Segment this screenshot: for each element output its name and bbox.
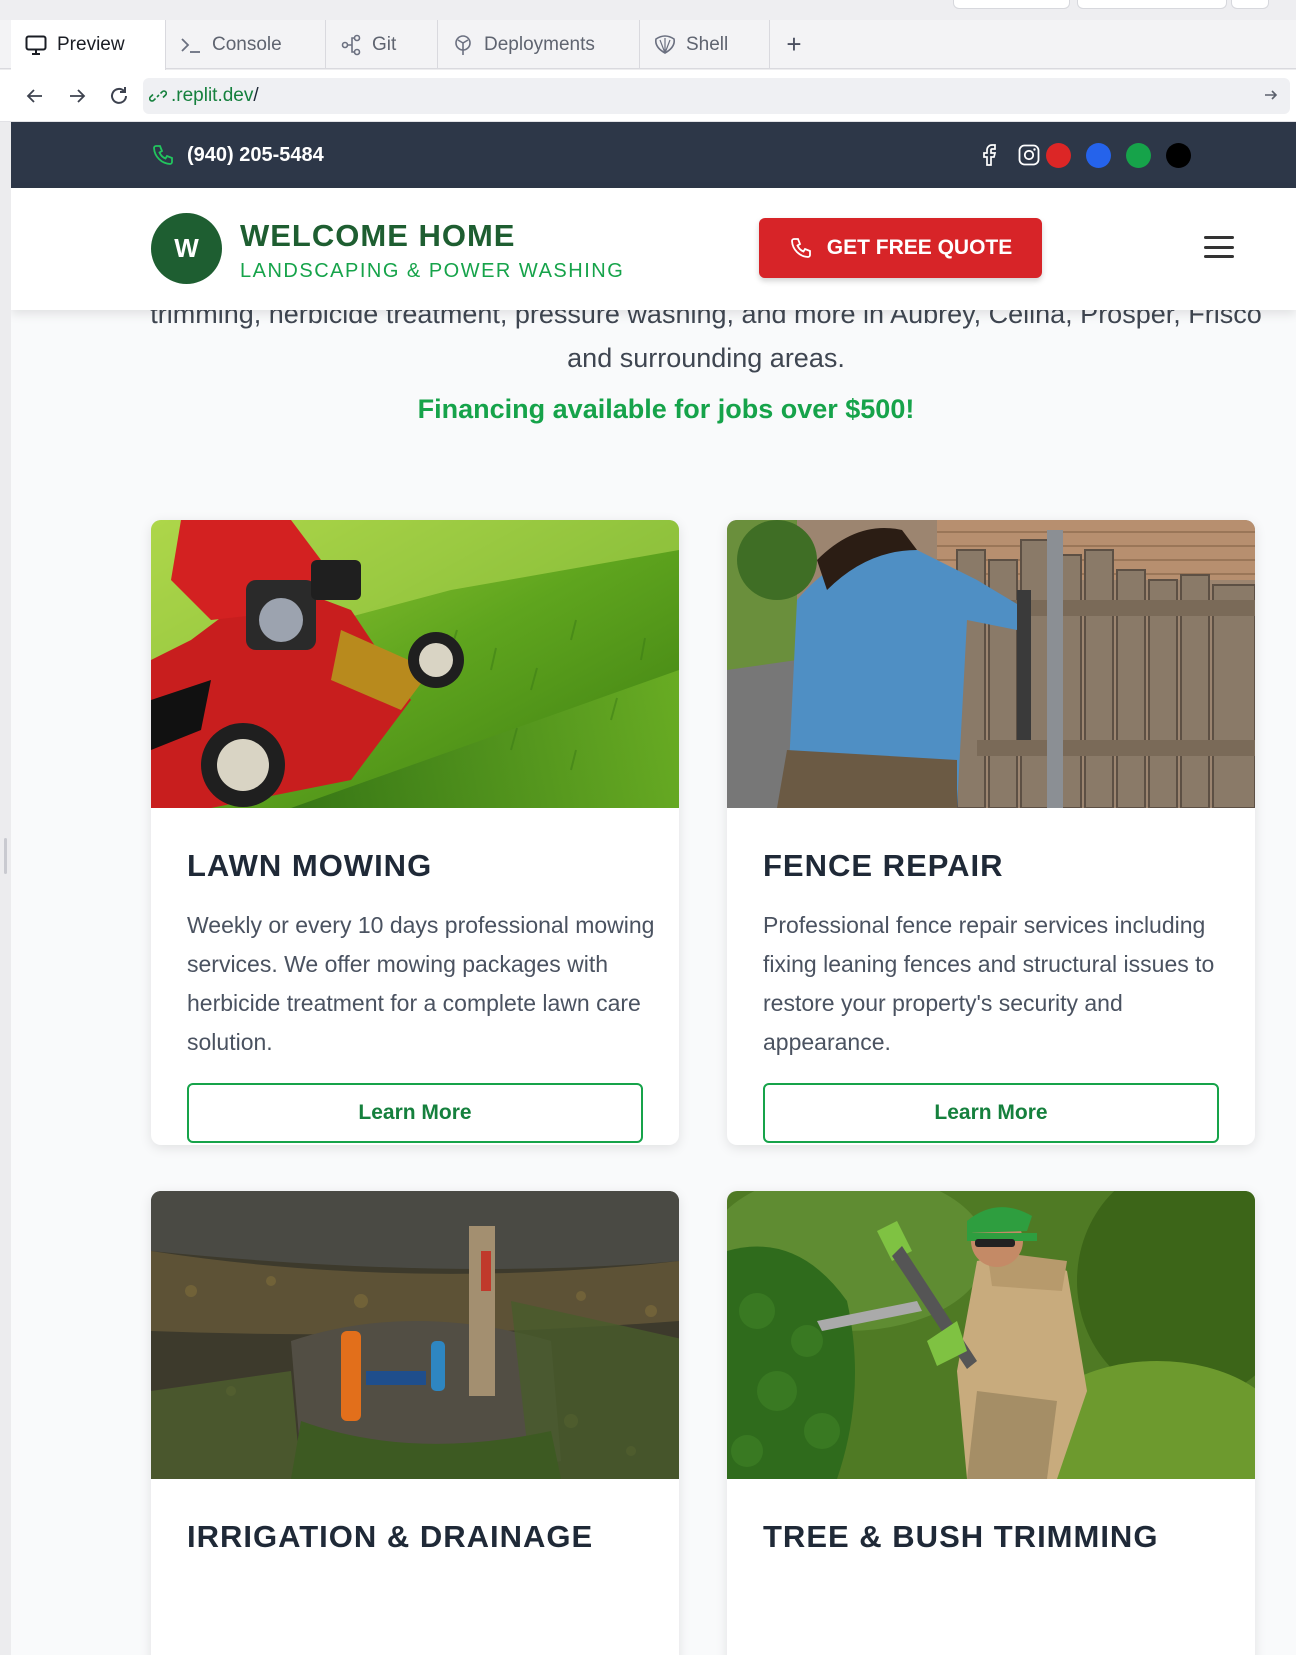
window-top-strip [0,0,1296,20]
service-card-irrigation-drainage: IRRIGATION & DRAINAGE [151,1191,679,1655]
top-control[interactable] [1077,0,1227,9]
link-icon [149,90,167,102]
service-description: Weekly or every 10 days professional mow… [187,912,655,1055]
learn-more-button[interactable]: Learn More [763,1083,1219,1143]
service-description: Professional fence repair services inclu… [763,912,1215,1055]
top-control[interactable] [1231,0,1269,9]
hamburger-menu-icon[interactable] [1204,232,1234,262]
open-external-icon[interactable] [1262,86,1280,110]
service-card-tree-bush-trimming: TREE & BUSH TRIMMING [727,1191,1255,1655]
service-title: IRRIGATION & DRAINAGE [187,1519,594,1554]
tab-label: Deployments [484,33,595,55]
tab-deployments[interactable]: Deployments [438,20,640,69]
service-title: LAWN MOWING [187,848,433,883]
financing-note: Financing available for jobs over $500! [417,394,915,424]
reload-icon [111,87,127,104]
monitor-icon [25,35,47,55]
instagram-icon[interactable] [1016,142,1042,168]
tab-label: Git [372,33,397,55]
irrigation-photo [151,1191,679,1479]
preview-viewport: (940) 205-5484 W WELCOME HOME LANDSCAPIN… [11,122,1296,1655]
arrow-right-icon [70,89,86,103]
resize-handle[interactable] [4,838,7,874]
tab-label: Console [212,33,282,55]
cta-label: GET FREE QUOTE [826,236,1013,259]
brand-tagline: LANDSCAPING & POWER WASHING [240,260,625,282]
tab-console[interactable]: Console [166,20,326,69]
service-card-fence-repair: FENCE REPAIR Professional fence repair s… [727,520,1255,1145]
service-title: FENCE REPAIR [763,848,1004,883]
color-dot-blue[interactable] [1086,143,1111,168]
phone-number: (940) 205-5484 [187,143,324,166]
phone-icon [790,238,811,258]
fence-repair-photo [727,520,1255,808]
tab-label: Shell [686,33,729,55]
deployments-icon [455,34,471,55]
tab-label: Preview [57,34,125,55]
brand-name[interactable]: WELCOME HOME [240,218,516,254]
color-dot-black[interactable] [1166,143,1191,168]
ide-tab-bar: Preview Console Git Deployments Shell + [0,20,1296,70]
url-path: / [253,85,259,106]
url-bar: .replit.dev / [0,70,1296,122]
site-header: W WELCOME HOME LANDSCAPING & POWER WASHI… [11,188,1296,310]
terminal-icon [181,37,200,53]
shell-icon [655,34,675,54]
url-host: .replit.dev [171,85,254,106]
service-card-lawn-mowing: LAWN MOWING Weekly or every 10 days prof… [151,520,679,1145]
phone-icon [153,145,173,165]
phone-link[interactable]: (940) 205-5484 [151,143,324,167]
service-title: TREE & BUSH TRIMMING [763,1519,1159,1554]
arrow-left-icon [26,89,42,103]
get-free-quote-button[interactable]: GET FREE QUOTE [759,218,1042,278]
tab-preview[interactable]: Preview [11,20,166,70]
color-dot-green[interactable] [1126,143,1151,168]
color-dot-red[interactable] [1046,143,1071,168]
learn-more-button[interactable]: Learn More [187,1083,643,1143]
logo[interactable]: W [151,213,222,284]
git-branch-icon [341,34,361,55]
top-control[interactable] [953,0,1070,9]
tab-git[interactable]: Git [326,20,438,69]
facebook-icon[interactable] [976,142,1002,168]
reload-button[interactable] [105,82,133,110]
add-tab-button[interactable]: + [770,20,818,69]
back-button[interactable] [21,82,49,110]
contact-topbar: (940) 205-5484 [11,122,1296,188]
tab-shell[interactable]: Shell [640,20,770,69]
forward-button[interactable] [63,82,91,110]
bush-trimming-photo [727,1191,1255,1479]
url-input[interactable]: .replit.dev / [143,78,1290,114]
lawn-mower-photo [151,520,679,808]
